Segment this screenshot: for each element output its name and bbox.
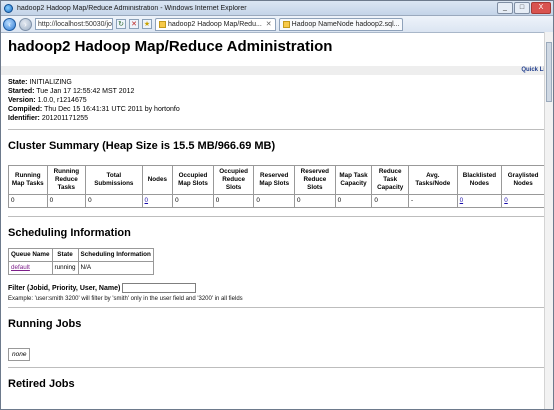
column-header: Nodes <box>141 165 174 195</box>
column-header: Running Reduce Tasks <box>46 165 87 195</box>
table-row: 0 0 0 0 0 0 0 0 0 0 - 0 0 <box>8 194 545 208</box>
compiled-label: Compiled: <box>8 106 43 113</box>
scheduling-heading: Scheduling Information <box>8 227 131 239</box>
version-label: Version: <box>8 97 36 104</box>
close-button[interactable]: X <box>531 2 551 14</box>
quick-links-link[interactable]: Quick Li <box>521 67 545 73</box>
state-label: State: <box>8 79 28 86</box>
tab-label: hadoop2 Hadoop Map/Redu... <box>168 20 262 28</box>
page-content: hadoop2 Hadoop Map/Reduce Administration… <box>1 32 545 409</box>
vertical-scrollbar[interactable] <box>544 32 553 409</box>
column-header: Avg. Tasks/Node <box>408 165 458 195</box>
column-header: Graylisted Nodes <box>501 165 545 195</box>
table-cell: 0 <box>371 194 410 208</box>
column-header: Scheduling Information <box>77 248 154 262</box>
filter-label: Filter (Jobid, Priority, User, Name) <box>8 284 121 292</box>
divider <box>8 129 545 130</box>
table-cell: 0 <box>46 194 87 208</box>
table-cell: 0 <box>253 194 296 208</box>
page-title: hadoop2 Hadoop Map/Reduce Administration <box>8 38 333 55</box>
tab-label: Hadoop NameNode hadoop2.sql... <box>291 20 400 28</box>
scrollbar-thumb[interactable] <box>546 42 552 102</box>
table-cell: 0 <box>334 194 373 208</box>
retired-jobs-heading: Retired Jobs <box>8 378 75 390</box>
column-header: Reserved Map Slots <box>253 165 296 195</box>
table-cell: 0 <box>85 194 143 208</box>
table-header-row: Queue Name State Scheduling Information <box>8 248 154 262</box>
back-arrow-icon[interactable]: ‹ <box>3 17 16 31</box>
column-header: Reduce Task Capacity <box>371 165 410 195</box>
internet-explorer-icon <box>4 3 13 13</box>
table-header-row: Running Map Tasks Running Reduce Tasks T… <box>8 165 545 195</box>
refresh-icon[interactable]: ↻ <box>116 19 126 29</box>
column-header: Occupied Reduce Slots <box>212 165 255 195</box>
table-cell: default <box>8 261 53 275</box>
divider <box>8 307 545 308</box>
filter-example: Example: 'user:smith 3200' will filter b… <box>8 296 243 302</box>
quick-links-bar: Quick Li <box>1 66 545 75</box>
window-title: hadoop2 Hadoop Map/Reduce Administration… <box>17 4 247 12</box>
stop-icon[interactable]: ✕ <box>129 19 139 29</box>
scheduling-table: Queue Name State Scheduling Information … <box>8 248 154 275</box>
nodes-link[interactable]: 0 <box>145 197 149 204</box>
maximize-button[interactable]: □ <box>514 2 530 14</box>
title-bar: hadoop2 Hadoop Map/Reduce Administration… <box>1 1 553 16</box>
column-header: Running Map Tasks <box>8 165 48 195</box>
identifier-value: 201201171255 <box>41 115 89 122</box>
state-value: INITIALIZING <box>29 79 72 86</box>
column-header: Blacklisted Nodes <box>456 165 503 195</box>
blacklisted-nodes-link[interactable]: 0 <box>460 197 464 204</box>
table-cell: N/A <box>77 261 154 275</box>
table-cell: 0 <box>294 194 336 208</box>
column-header: Queue Name <box>8 248 53 262</box>
table-cell: 0 <box>212 194 255 208</box>
table-cell: 0 <box>456 194 503 208</box>
version-value: 1.0.0, r1214675 <box>37 97 87 104</box>
page-favicon-icon <box>159 20 166 28</box>
browser-window: hadoop2 Hadoop Map/Reduce Administration… <box>0 0 554 410</box>
table-cell: 0 <box>172 194 214 208</box>
identifier-label: Identifier: <box>8 115 40 122</box>
filter-input[interactable] <box>122 283 197 293</box>
column-header: Reserved Reduce Slots <box>294 165 336 195</box>
queue-link[interactable]: default <box>11 264 30 271</box>
window-controls: _ □ X <box>497 2 551 14</box>
graylisted-nodes-link[interactable]: 0 <box>504 197 508 204</box>
cluster-summary-table: Running Map Tasks Running Reduce Tasks T… <box>8 165 545 208</box>
running-jobs-empty: none <box>8 348 31 361</box>
table-cell: 0 <box>501 194 545 208</box>
started-value: Tue Jan 17 12:55:42 MST 2012 <box>36 88 135 95</box>
tab-hadoop-mapreduce[interactable]: hadoop2 Hadoop Map/Redu... ✕ <box>155 17 276 31</box>
column-header: Map Task Capacity <box>334 165 373 195</box>
minimize-button[interactable]: _ <box>497 2 513 14</box>
page-favicon-icon <box>282 20 290 28</box>
compiled-value: Thu Dec 15 16:41:31 UTC 2011 by hortonfo <box>44 106 180 113</box>
table-cell: 0 <box>141 194 174 208</box>
column-header: Total Submissions <box>85 165 143 195</box>
forward-arrow-icon[interactable]: › <box>19 17 32 31</box>
divider <box>8 216 545 217</box>
table-row: default running N/A <box>8 261 154 275</box>
close-tab-icon[interactable]: ✕ <box>266 20 272 28</box>
running-jobs-heading: Running Jobs <box>8 318 82 330</box>
table-cell: running <box>51 261 79 275</box>
column-header: State <box>51 248 79 262</box>
divider <box>8 367 545 368</box>
favorites-icon[interactable]: ★ <box>142 19 152 29</box>
job-filter: Filter (Jobid, Priority, User, Name) <box>8 283 545 293</box>
jobtracker-info: State: INITIALIZING Started: Tue Jan 17 … <box>8 78 545 123</box>
address-bar[interactable]: http://localhost:50030/jobtracker... <box>35 18 113 30</box>
started-label: Started: <box>8 88 35 95</box>
browser-toolbar: ‹ › http://localhost:50030/jobtracker...… <box>1 16 553 33</box>
cluster-summary-heading: Cluster Summary (Heap Size is 15.5 MB/96… <box>8 140 276 152</box>
table-cell: - <box>408 194 458 208</box>
table-cell: 0 <box>8 194 48 208</box>
column-header: Occupied Map Slots <box>172 165 214 195</box>
tab-hadoop-namenode[interactable]: Hadoop NameNode hadoop2.sql... <box>278 17 404 31</box>
